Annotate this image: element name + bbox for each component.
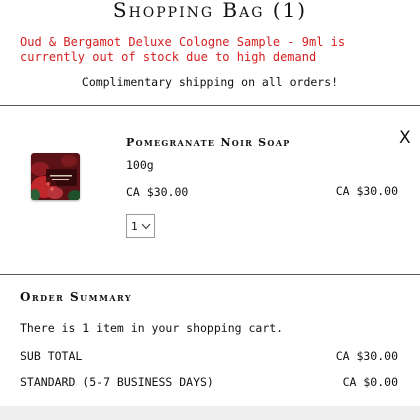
- divider: [0, 274, 420, 275]
- product-image[interactable]: [31, 153, 80, 200]
- page-title: Shopping Bag (1): [112, 0, 308, 22]
- product-size: 100g: [126, 158, 154, 172]
- soap-package-image: [31, 153, 80, 200]
- quantity-value: 1: [131, 219, 138, 233]
- quantity-select[interactable]: 1: [126, 214, 155, 238]
- footer-bar: [0, 406, 420, 420]
- divider: [0, 105, 420, 106]
- order-summary-title: Order Summary: [20, 290, 133, 304]
- remove-item-button[interactable]: X: [399, 128, 411, 148]
- shipping-notice: Complimentary shipping on all orders!: [81, 75, 339, 89]
- product-unit-price: CA $30.00: [126, 185, 189, 199]
- standard-shipping-label: STANDARD (5-7 BUSINESS DAYS): [20, 375, 214, 389]
- subtotal-value: CA $30.00: [335, 349, 398, 363]
- cart-item-count-text: There is 1 item in your shopping cart.: [20, 321, 284, 335]
- subtotal-label: SUB TOTAL: [20, 349, 83, 363]
- stock-warning-message: Oud & Bergamot Deluxe Cologne Sample - 9…: [20, 35, 346, 64]
- product-total-price: CA $30.00: [335, 184, 398, 198]
- chevron-down-icon: [141, 223, 151, 230]
- product-name[interactable]: Pomegranate Noir Soap: [126, 136, 291, 150]
- standard-shipping-value: CA $0.00: [342, 375, 398, 389]
